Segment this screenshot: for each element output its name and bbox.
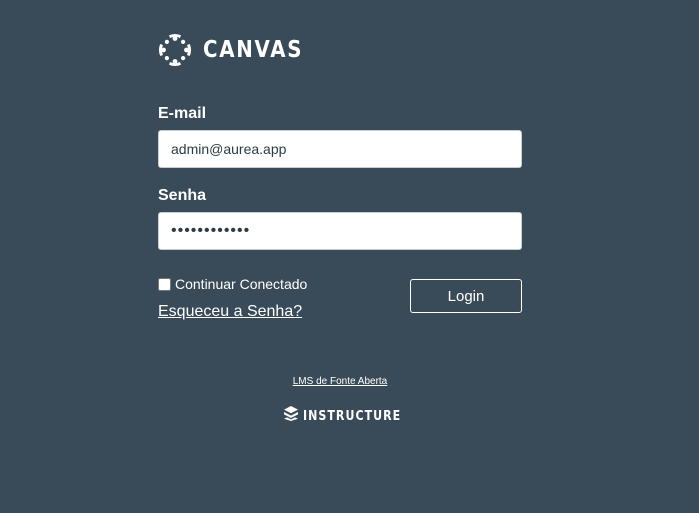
instructure-logo-icon [284,406,298,426]
email-field[interactable] [158,130,522,168]
canvas-logo: CANVAS [158,33,320,67]
canvas-logo-icon [158,33,192,67]
email-label: E-mail [158,105,207,122]
canvas-logo-text: CANVAS [203,36,304,63]
login-page: CANVAS E-mail Senha Continuar Conectado … [0,0,699,513]
password-label: Senha [158,187,207,204]
remember-me-checkbox[interactable] [158,277,171,291]
login-button[interactable]: Login [410,279,522,313]
password-field[interactable] [158,212,522,250]
instructure-logo[interactable]: INSTRUCTURE [284,406,419,426]
forgot-password-link[interactable]: Esqueceu a Senha? [158,303,302,321]
remember-me[interactable]: Continuar Conectado [158,276,307,292]
open-source-lms-link[interactable]: LMS de Fonte Aberta [0,376,680,387]
remember-me-label: Continuar Conectado [175,276,308,292]
instructure-logo-text: INSTRUCTURE [303,408,402,424]
